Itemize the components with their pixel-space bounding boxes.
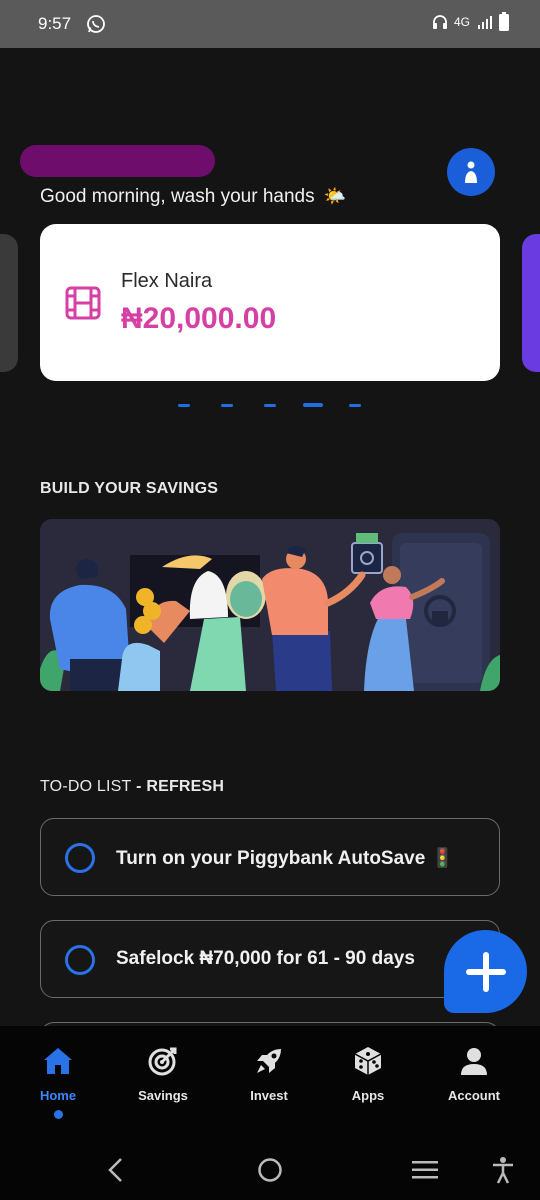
nav-invest-label: Invest <box>250 1088 288 1103</box>
nav-savings-label: Savings <box>138 1088 188 1103</box>
nav-active-dot <box>53 1110 63 1119</box>
nav-home[interactable]: Home <box>3 1044 113 1119</box>
nav-account-label: Account <box>448 1088 500 1103</box>
person-icon <box>457 1044 491 1078</box>
greeting-text: Good morning, wash your hands 🌤️ <box>40 186 346 208</box>
todo-item[interactable]: Turn on your Piggybank AutoSave 🚦 <box>40 818 500 896</box>
savings-banner[interactable] <box>40 519 500 691</box>
whatsapp-icon <box>87 15 105 33</box>
greeting-label: Good morning, wash your hands <box>40 186 315 207</box>
nav-home-label: Home <box>39 1088 77 1103</box>
battery-icon <box>499 12 509 31</box>
carousel-prev-card[interactable] <box>0 234 18 372</box>
dice-icon <box>351 1044 385 1078</box>
carousel-dot <box>264 404 276 407</box>
status-bar: 9:57 4G <box>0 0 540 48</box>
target-icon <box>146 1044 180 1078</box>
add-fab-button[interactable] <box>444 930 527 1013</box>
plus-icon <box>465 951 506 992</box>
carousel-next-card[interactable] <box>522 234 540 372</box>
redacted-username <box>20 145 215 177</box>
status-icons: 4G <box>432 12 510 32</box>
card-title: Flex Naira <box>121 270 213 292</box>
todo-section-title: TO-DO LIST - REFRESH <box>40 778 224 796</box>
signal-icon <box>478 16 492 29</box>
rocket-icon <box>252 1044 286 1078</box>
todo-item[interactable]: Safelock ₦70,000 for 61 - 90 days <box>40 920 500 998</box>
savings-section-title: BUILD YOUR SAVINGS <box>40 480 219 497</box>
nav-account[interactable]: Account <box>419 1044 529 1103</box>
info-person-icon <box>465 161 477 183</box>
film-strip-icon <box>65 286 101 320</box>
carousel-dot <box>349 404 361 407</box>
todo-text: Safelock ₦70,000 for 61 - 90 days <box>116 948 415 969</box>
carousel-dot <box>178 404 190 407</box>
circle-home-icon <box>258 1158 282 1182</box>
menu-lines-icon <box>412 1161 438 1179</box>
balance-card[interactable]: Flex Naira ₦20,000.00 <box>40 224 500 381</box>
system-nav-bar <box>0 1132 540 1200</box>
back-button[interactable] <box>101 1156 129 1184</box>
bottom-nav: Home Savings Invest Apps Account <box>0 1026 540 1132</box>
home-system-button[interactable] <box>256 1156 284 1184</box>
nav-apps-label: Apps <box>351 1088 385 1103</box>
recents-button[interactable] <box>411 1156 439 1184</box>
todo-text: Turn on your Piggybank AutoSave 🚦 <box>116 848 455 869</box>
home-icon <box>41 1044 75 1078</box>
todo-radio[interactable] <box>65 945 95 975</box>
card-amount: ₦20,000.00 <box>121 302 277 335</box>
todo-title-label: TO-DO LIST <box>40 778 132 795</box>
back-chevron-icon <box>108 1158 122 1182</box>
profile-info-button[interactable] <box>447 148 495 196</box>
sun-cloud-icon: 🌤️ <box>323 186 347 206</box>
carousel-dot <box>221 404 233 407</box>
network-type: 4G <box>453 15 470 29</box>
todo-refresh-link[interactable]: - REFRESH <box>132 778 225 795</box>
status-time: 9:57 <box>38 14 72 33</box>
carousel-dot-active <box>303 403 323 407</box>
home-content[interactable]: Good morning, wash your hands 🌤️ Flex Na… <box>0 48 540 1026</box>
accessibility-icon <box>493 1157 513 1184</box>
accessibility-button[interactable] <box>489 1156 517 1184</box>
savings-illustration <box>40 519 500 691</box>
todo-radio[interactable] <box>65 843 95 873</box>
headphones-icon <box>432 15 447 29</box>
nav-apps[interactable]: Apps <box>313 1044 423 1103</box>
nav-invest[interactable]: Invest <box>214 1044 324 1103</box>
nav-savings[interactable]: Savings <box>108 1044 218 1103</box>
